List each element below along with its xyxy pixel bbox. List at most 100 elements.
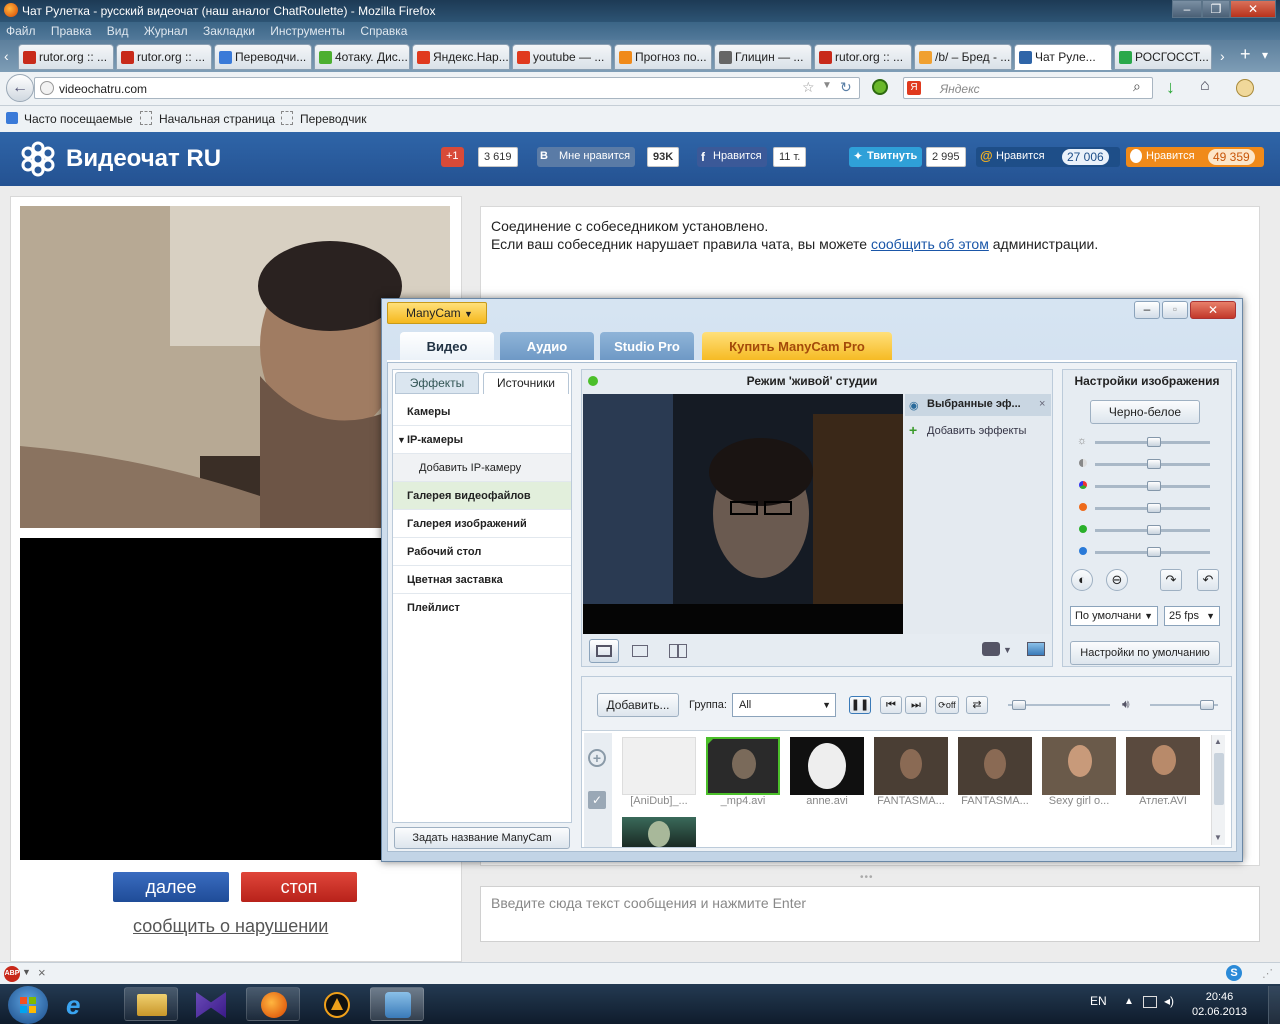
flip-horizontal-icon[interactable]: ◐ xyxy=(1071,569,1093,591)
report-violation-link[interactable]: сообщить о нарушении xyxy=(133,916,328,937)
manycam-minimize-button[interactable]: – xyxy=(1134,301,1160,319)
browser-tab[interactable]: Переводчи... xyxy=(214,44,312,70)
next-track-button[interactable]: ⏭ xyxy=(905,696,927,714)
slider-knob[interactable] xyxy=(1147,437,1161,447)
browser-tab[interactable]: youtube — ... xyxy=(512,44,612,70)
browser-tab[interactable]: Яндекс.Нар... xyxy=(412,44,510,70)
tab-scroll-right-icon[interactable]: › xyxy=(1220,48,1225,64)
scroll-down-icon[interactable]: ▼ xyxy=(1214,833,1222,842)
seek-slider[interactable] xyxy=(1008,700,1110,710)
add-media-icon[interactable]: + xyxy=(588,749,606,767)
new-tab-icon[interactable]: + xyxy=(1240,44,1251,65)
next-button[interactable]: далее xyxy=(113,872,229,902)
loop-off-button[interactable]: ⟳off xyxy=(935,696,959,714)
browser-tab[interactable]: 4отаку. Дис... xyxy=(314,44,410,70)
close-addon-bar-icon[interactable]: × xyxy=(38,965,46,980)
clock[interactable]: 20:46 02.06.2013 xyxy=(1192,990,1247,1020)
add-effects-link[interactable]: Добавить эффекты xyxy=(927,425,1026,437)
resize-grip-icon[interactable]: ••• xyxy=(860,872,874,883)
taskbar-explorer[interactable] xyxy=(124,987,178,1021)
start-button[interactable] xyxy=(8,986,48,1024)
bookmark-star-icon[interactable]: ☆ xyxy=(802,79,815,96)
adblock-menu-icon[interactable]: ▼ xyxy=(22,967,31,977)
subtab-sources[interactable]: Источники xyxy=(483,372,569,394)
eye-icon[interactable]: ◉ xyxy=(909,399,919,412)
internet-explorer-icon[interactable]: e xyxy=(66,990,80,1021)
browser-tab[interactable]: rutor.org :: ... xyxy=(116,44,212,70)
image-icon[interactable] xyxy=(1027,642,1045,656)
gallery-thumb[interactable] xyxy=(1042,737,1116,795)
language-indicator[interactable]: EN xyxy=(1090,994,1107,1008)
download-icon[interactable]: ↓ xyxy=(1166,77,1175,98)
browser-tab[interactable]: Глицин — ... xyxy=(714,44,812,70)
preset-select[interactable]: По умолчани ▼ xyxy=(1070,606,1158,626)
gallery-thumb[interactable] xyxy=(958,737,1032,795)
select-all-icon[interactable]: ✓ xyxy=(588,791,606,809)
snapshot-dropdown-icon[interactable]: ▼ xyxy=(1003,645,1012,655)
saturation-slider[interactable] xyxy=(1095,481,1210,491)
gallery-thumb[interactable] xyxy=(790,737,864,795)
menu-edit[interactable]: Правка xyxy=(51,24,92,38)
slider-knob[interactable] xyxy=(1147,503,1161,513)
rotate-left-icon[interactable]: ↶ xyxy=(1197,569,1219,591)
bookmark-most-visited[interactable]: Часто посещаемые xyxy=(24,112,133,126)
rotate-right-icon[interactable]: ↷ xyxy=(1160,569,1182,591)
addon-icon[interactable] xyxy=(872,79,888,95)
fps-select[interactable]: 25 fps ▼ xyxy=(1164,606,1220,626)
bookmark-translator[interactable]: Переводчик xyxy=(300,112,367,126)
home-icon[interactable]: ⌂ xyxy=(1200,77,1210,95)
tab-scroll-left-icon[interactable]: ‹ xyxy=(4,48,9,64)
browser-tab[interactable]: rutor.org :: ... xyxy=(18,44,114,70)
vk-like-button[interactable]: Мне нравится xyxy=(537,147,636,167)
pip-view-icon[interactable] xyxy=(632,645,648,657)
browser-tab[interactable]: Прогноз по... xyxy=(614,44,712,70)
source-color-screen[interactable]: Цветная заставка xyxy=(393,566,571,594)
slider-knob[interactable] xyxy=(1147,547,1161,557)
stop-button[interactable]: стоп xyxy=(241,872,357,902)
previous-button[interactable]: ⏮ xyxy=(880,696,902,714)
menu-bookmarks[interactable]: Закладки xyxy=(203,24,255,38)
history-dropdown-icon[interactable]: ▼ xyxy=(822,80,832,91)
menu-file[interactable]: Файл xyxy=(6,24,36,38)
back-arrow-icon[interactable]: ← xyxy=(6,74,34,102)
fb-like-button[interactable]: Нравится xyxy=(697,147,767,167)
source-add-ip-camera[interactable]: Добавить IP-камеру xyxy=(393,454,571,482)
volume-slider[interactable] xyxy=(1150,700,1218,710)
message-input[interactable]: Введите сюда текст сообщения и нажмите E… xyxy=(480,886,1260,942)
shuffle-button[interactable]: ⇄ xyxy=(966,696,988,714)
tab-audio[interactable]: Аудио xyxy=(500,332,594,362)
yandex-search-icon[interactable]: Я xyxy=(907,81,921,95)
camera-snapshot-icon[interactable] xyxy=(982,642,1000,656)
source-cameras[interactable]: Камеры xyxy=(393,398,571,426)
subtab-effects[interactable]: Эффекты xyxy=(395,372,479,394)
skype-icon[interactable]: S xyxy=(1226,965,1242,981)
volume-knob[interactable] xyxy=(1200,700,1214,710)
minimize-button[interactable]: – xyxy=(1172,0,1202,18)
show-desktop-button[interactable] xyxy=(1268,986,1280,1024)
brightness-slider[interactable] xyxy=(1095,437,1210,447)
site-logo[interactable]: Видеочат RU xyxy=(20,139,221,179)
browser-tab[interactable]: rutor.org :: ... xyxy=(814,44,912,70)
scroll-up-icon[interactable]: ▲ xyxy=(1214,737,1222,746)
slider-knob[interactable] xyxy=(1147,525,1161,535)
blue-slider[interactable] xyxy=(1095,547,1210,557)
persona-icon[interactable] xyxy=(1236,79,1254,97)
seek-knob[interactable] xyxy=(1012,700,1026,710)
bookmark-home-page[interactable]: Начальная страница xyxy=(159,112,275,126)
tab-video[interactable]: Видео xyxy=(400,332,494,362)
tab-buy-pro[interactable]: Купить ManyCam Pro xyxy=(702,332,892,362)
taskbar-manycam[interactable] xyxy=(370,987,424,1021)
close-effects-icon[interactable]: × xyxy=(1039,398,1045,410)
url-bar[interactable]: videochatru.com xyxy=(34,77,860,99)
aimp-icon[interactable] xyxy=(324,992,350,1018)
slider-knob[interactable] xyxy=(1147,481,1161,491)
manycam-maximize-button[interactable]: ▫ xyxy=(1162,301,1188,319)
gallery-thumb-active[interactable] xyxy=(706,737,780,795)
source-playlist[interactable]: Плейлист xyxy=(393,594,571,622)
close-button[interactable]: ✕ xyxy=(1230,0,1276,18)
single-view-button[interactable] xyxy=(589,639,619,663)
menu-view[interactable]: Вид xyxy=(107,24,129,38)
gallery-thumb[interactable] xyxy=(1126,737,1200,795)
reload-icon[interactable]: ↻ xyxy=(840,79,852,96)
source-ip-cameras[interactable]: ▼ IP-камеры xyxy=(393,426,571,454)
